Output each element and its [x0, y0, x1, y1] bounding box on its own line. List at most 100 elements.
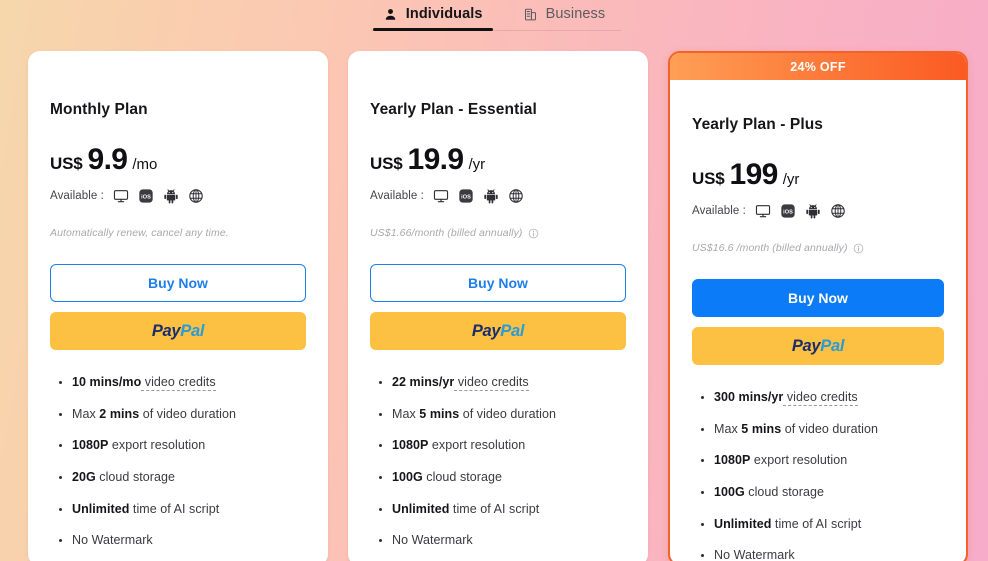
feature-text: time of AI script [771, 516, 862, 531]
feature-text: cloud storage [744, 484, 825, 499]
feature-item: 10 mins/mo video credits [58, 375, 306, 391]
buy-now-button[interactable]: Buy Now [370, 264, 626, 302]
buy-now-button[interactable]: Buy Now [692, 279, 944, 317]
feature-item: 22 mins/yr video credits [378, 375, 626, 391]
price-row: US$ 199/yr [692, 160, 944, 190]
tab-individuals[interactable]: Individuals [372, 4, 493, 31]
availability-row: Available : iOS [50, 188, 306, 204]
plan-name: Yearly Plan - Plus [692, 116, 824, 133]
info-icon[interactable] [853, 243, 864, 254]
feature-item: Unlimited time of AI script [378, 502, 626, 518]
ios-icon: iOS [458, 188, 474, 204]
feature-tooltip-term[interactable]: video credits [783, 390, 858, 406]
price-period: /yr [782, 171, 800, 188]
feature-text: of video duration [459, 406, 557, 421]
price-period: /yr [468, 156, 486, 173]
feature-lead: Max [714, 421, 742, 436]
feature-item: No Watermark [700, 548, 944, 561]
feature-tooltip-term[interactable]: video credits [141, 375, 216, 391]
desktop-icon [433, 188, 449, 204]
price-currency: US$ [50, 154, 83, 173]
paypal-pal-text: Pal [500, 321, 525, 340]
feature-item: Unlimited time of AI script [58, 502, 306, 518]
paypal-button[interactable]: PayPal [370, 312, 626, 350]
feature-item: 100G cloud storage [700, 485, 944, 501]
feature-highlight: 22 mins/yr [392, 375, 455, 389]
web-icon [830, 203, 846, 219]
svg-text:iOS: iOS [461, 194, 471, 200]
feature-item: No Watermark [378, 533, 626, 549]
available-label: Available : [50, 190, 104, 202]
feature-item: Max 2 mins of video duration [58, 407, 306, 423]
price-currency: US$ [692, 169, 725, 188]
feature-item: 1080P export resolution [378, 438, 626, 454]
feature-item: Max 5 mins of video duration [700, 422, 944, 438]
desktop-icon [113, 188, 129, 204]
feature-highlight: Unlimited [72, 501, 130, 516]
feature-highlight: 1080P [72, 438, 109, 453]
feature-item: Unlimited time of AI script [700, 517, 944, 533]
platform-icons: iOS [433, 188, 524, 204]
feature-text: time of AI script [129, 501, 220, 516]
plan-name: Monthly Plan [50, 101, 148, 118]
tab-label: Business [545, 6, 606, 22]
feature-highlight: 1080P [714, 453, 751, 468]
plan-audience-tabs: Individuals Business [0, 0, 988, 38]
feature-item: 20G cloud storage [58, 470, 306, 486]
price-amount: 19.9 [407, 143, 464, 176]
buy-now-button[interactable]: Buy Now [50, 264, 306, 302]
feature-highlight: 5 mins [419, 406, 460, 421]
web-icon [188, 188, 204, 204]
feature-item: 300 mins/yr video credits [700, 390, 944, 406]
ios-icon: iOS [138, 188, 154, 204]
paypal-pal-text: Pal [820, 336, 845, 355]
android-icon [163, 188, 179, 204]
billing-note-text: Automatically renew, cancel any time. [50, 227, 229, 239]
feature-text: export resolution [108, 438, 206, 453]
pricing-card: 24% OFF Yearly Plan - Plus US$ 199/yr Availa… [668, 51, 968, 561]
paypal-pay-text: Pay [151, 321, 181, 340]
feature-highlight: 100G [392, 469, 423, 484]
pricing-card: Monthly Plan US$ 9.9/mo Available : iOS Autom… [28, 51, 328, 561]
platform-icons: iOS [755, 203, 846, 219]
svg-text:iOS: iOS [141, 194, 151, 200]
paypal-logo: PayPal [471, 321, 525, 341]
availability-row: Available : iOS [692, 203, 944, 219]
paypal-button[interactable]: PayPal [692, 327, 944, 365]
building-icon [523, 7, 538, 22]
feature-highlight: 1080P [392, 438, 429, 453]
price-row: US$ 9.9/mo [50, 145, 306, 175]
tab-business[interactable]: Business [521, 4, 608, 31]
price-currency: US$ [370, 154, 403, 173]
android-icon [805, 203, 821, 219]
android-icon [483, 188, 499, 204]
pricing-cards-row: Monthly Plan US$ 9.9/mo Available : iOS Autom… [28, 51, 968, 561]
feature-tooltip-term[interactable]: video credits [454, 375, 529, 391]
desktop-icon [755, 203, 771, 219]
plan-name: Yearly Plan - Essential [370, 101, 537, 118]
card-body: Yearly Plan - Plus US$ 199/yr Available : iO… [670, 80, 966, 561]
feature-list: 10 mins/mo video credits Max 2 mins of vi… [50, 375, 306, 549]
paypal-pay-text: Pay [791, 336, 821, 355]
web-icon [508, 188, 524, 204]
feature-item: 1080P export resolution [700, 453, 944, 469]
paypal-logo: PayPal [151, 321, 205, 341]
info-icon[interactable] [528, 228, 539, 239]
svg-text:iOS: iOS [783, 209, 793, 215]
price-amount: 9.9 [87, 143, 128, 176]
paypal-pay-text: Pay [471, 321, 501, 340]
feature-list: 300 mins/yr video credits Max 5 mins of v… [692, 390, 944, 561]
feature-text: No Watermark [392, 533, 473, 548]
tab-label: Individuals [405, 6, 483, 22]
feature-list: 22 mins/yr video credits Max 5 mins of vi… [370, 375, 626, 549]
feature-text: cloud storage [95, 469, 176, 484]
feature-text: No Watermark [714, 548, 795, 561]
card-body: Monthly Plan US$ 9.9/mo Available : iOS Autom… [28, 51, 328, 549]
paypal-button[interactable]: PayPal [50, 312, 306, 350]
feature-highlight: 10 mins/mo [72, 375, 142, 389]
feature-highlight: 5 mins [741, 421, 782, 436]
billing-note: US$16.6 /month (billed annually) [692, 242, 944, 254]
feature-text: cloud storage [422, 469, 503, 484]
feature-text: of video duration [781, 421, 879, 436]
feature-highlight: 20G [72, 469, 96, 484]
